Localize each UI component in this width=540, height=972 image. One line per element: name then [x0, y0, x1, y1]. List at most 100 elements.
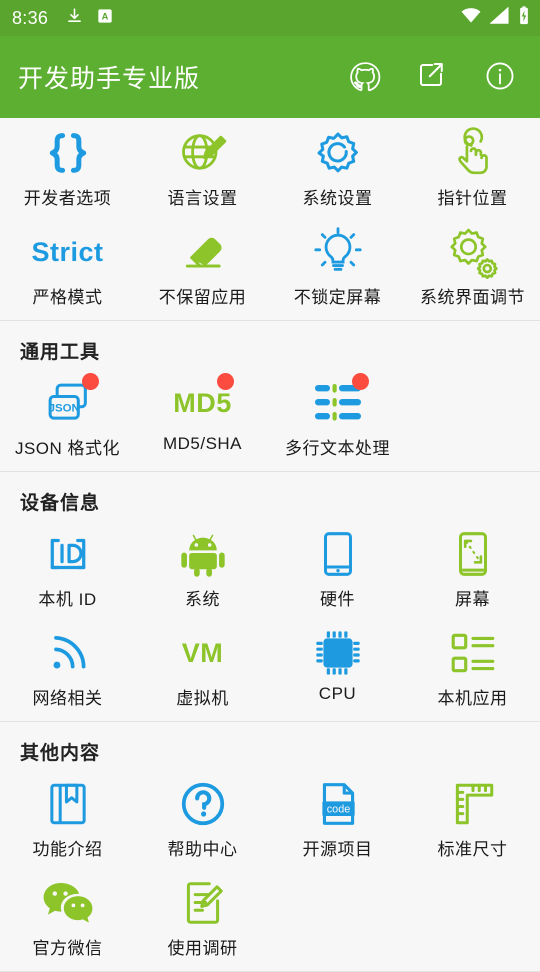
section-title: 设备信息	[20, 493, 101, 514]
grid-item-本机 ID[interactable]: 本机 ID	[0, 519, 135, 618]
code-file-icon: code	[309, 775, 367, 833]
share-icon[interactable]	[416, 60, 450, 94]
icon-grid: 开发者选项 语言设置 系统设置 指针位置 Strict 严格模式 不保留应用 不锁定…	[0, 118, 540, 316]
grid-item-功能介绍[interactable]: 功能介绍	[0, 769, 135, 868]
braces-icon	[39, 124, 97, 182]
multiline-text-icon	[309, 373, 369, 432]
grid-item-MD5/SHA[interactable]: MD5 MD5/SHA	[135, 368, 270, 467]
grid-item-label: CPU	[318, 684, 357, 703]
section-其他内容: 其他内容 功能介绍 帮助中心 code 开源项目 标准尺寸 官方微信 使用调研	[0, 722, 540, 972]
android-icon	[174, 525, 232, 583]
grid-item-指针位置[interactable]: 指针位置	[405, 118, 540, 217]
phone-icon	[309, 525, 367, 583]
grid-item-多行文本处理[interactable]: 多行文本处理	[270, 368, 405, 467]
id-icon	[39, 525, 97, 583]
status-time: 8:36	[12, 7, 49, 28]
grid-item-开源项目[interactable]: code 开源项目	[270, 769, 405, 868]
screen-size-icon	[444, 525, 502, 583]
battery-charging-icon	[518, 6, 530, 30]
grid-item-label: 帮助中心	[167, 840, 238, 859]
icon-grid: 功能介绍 帮助中心 code 开源项目 标准尺寸 官方微信 使用调研	[0, 769, 540, 967]
grid-item-label: 多行文本处理	[285, 439, 390, 458]
grid-item-帮助中心[interactable]: 帮助中心	[135, 769, 270, 868]
app-list-icon	[444, 624, 502, 682]
grid-item-标准尺寸[interactable]: 标准尺寸	[405, 769, 540, 868]
grid-item-label: 开发者选项	[23, 189, 112, 208]
cpu-chip-icon	[309, 624, 367, 682]
grid-item-label: 使用调研	[167, 939, 238, 958]
section-设备信息: 设备信息 本机 ID 系统 硬件 屏幕 网络相关 VM 虚拟机 CPU 本机应用	[0, 472, 540, 722]
grid-item-JSON 格式化[interactable]: JSON JSON 格式化	[0, 368, 135, 467]
info-icon[interactable]	[484, 60, 518, 94]
grid-item-网络相关[interactable]: 网络相关	[0, 618, 135, 717]
grid-item-label: 网络相关	[32, 689, 103, 708]
page-title: 开发助手专业版	[18, 65, 201, 93]
grid-item-label: 本机 ID	[38, 590, 97, 609]
grid-item-语言设置[interactable]: 语言设置	[135, 118, 270, 217]
new-badge	[81, 373, 99, 390]
a-translate-icon: A	[97, 8, 113, 29]
section-通用工具: 通用工具 JSON JSON 格式化 MD5 MD5/SHA 多行文本处理	[0, 321, 540, 472]
grid-item-官方微信[interactable]: 官方微信	[0, 868, 135, 967]
grid-item-label: 不锁定屏幕	[293, 288, 382, 307]
grid-item-label: JSON 格式化	[14, 439, 121, 458]
survey-edit-icon	[174, 874, 232, 932]
book-icon	[39, 775, 97, 833]
grid-item-label: 系统界面调节	[420, 288, 525, 307]
strict-text-icon-glyph: Strict	[31, 237, 104, 267]
app-bar-actions	[348, 60, 522, 94]
globe-pencil-icon	[174, 124, 232, 182]
svg-text:A: A	[102, 11, 109, 21]
grid-item-系统界面调节[interactable]: 系统界面调节	[405, 217, 540, 316]
lightbulb-icon	[309, 223, 367, 281]
grid-item-本机应用[interactable]: 本机应用	[405, 618, 540, 717]
github-icon[interactable]	[348, 60, 382, 94]
eraser-icon	[174, 223, 232, 281]
double-gear-icon	[444, 223, 502, 281]
grid-item-屏幕[interactable]: 屏幕	[405, 519, 540, 618]
grid-item-CPU[interactable]: CPU	[270, 618, 405, 717]
grid-item-label: 语言设置	[167, 189, 238, 208]
app-bar: 开发助手专业版	[0, 36, 540, 118]
grid-item-label: 官方微信	[32, 939, 103, 958]
ruler-icon	[444, 775, 502, 833]
tap-hand-icon	[444, 124, 502, 182]
wifi-icon	[461, 7, 481, 29]
new-badge	[216, 373, 234, 390]
status-right-icons	[461, 0, 530, 36]
grid-item-系统[interactable]: 系统	[135, 519, 270, 618]
grid-item-label: 不保留应用	[158, 288, 247, 307]
grid-item-不保留应用[interactable]: 不保留应用	[135, 217, 270, 316]
grid-item-开发者选项[interactable]: 开发者选项	[0, 118, 135, 217]
grid-item-硬件[interactable]: 硬件	[270, 519, 405, 618]
grid-item-label: 标准尺寸	[437, 840, 508, 859]
grid-item-系统设置[interactable]: 系统设置	[270, 118, 405, 217]
grid-item-label: 虚拟机	[176, 689, 229, 708]
vm-text-icon: VM	[174, 624, 232, 682]
gear-icon	[309, 124, 367, 182]
svg-text:code: code	[326, 803, 349, 815]
section-primary: 开发者选项 语言设置 系统设置 指针位置 Strict 严格模式 不保留应用 不锁定…	[0, 118, 540, 321]
grid-item-label: 功能介绍	[32, 840, 103, 859]
grid-item-label: 指针位置	[437, 189, 508, 208]
md5-text-icon: MD5	[173, 373, 234, 432]
section-title: 通用工具	[20, 342, 101, 363]
grid-item-使用调研[interactable]: 使用调研	[135, 868, 270, 967]
grid-item-虚拟机[interactable]: VM 虚拟机	[135, 618, 270, 717]
json-icon: JSON	[39, 373, 99, 432]
strict-text-icon: Strict	[31, 223, 103, 281]
grid-item-label: MD5/SHA	[162, 434, 243, 453]
grid-item-label: 屏幕	[455, 590, 490, 609]
status-bar: 8:36 A	[0, 0, 540, 36]
grid-item-label: 系统设置	[302, 189, 373, 208]
signal-icon	[489, 6, 509, 29]
question-icon	[174, 775, 232, 833]
vm-text-icon-glyph: VM	[181, 638, 224, 668]
icon-grid: 本机 ID 系统 硬件 屏幕 网络相关 VM 虚拟机 CPU 本机应用	[0, 519, 540, 717]
section-title: 其他内容	[20, 743, 101, 764]
wifi-signal-icon	[39, 624, 97, 682]
grid-item-不锁定屏幕[interactable]: 不锁定屏幕	[270, 217, 405, 316]
svg-text:JSON: JSON	[48, 403, 79, 415]
grid-item-label: 严格模式	[32, 288, 103, 307]
grid-item-严格模式[interactable]: Strict 严格模式	[0, 217, 135, 316]
